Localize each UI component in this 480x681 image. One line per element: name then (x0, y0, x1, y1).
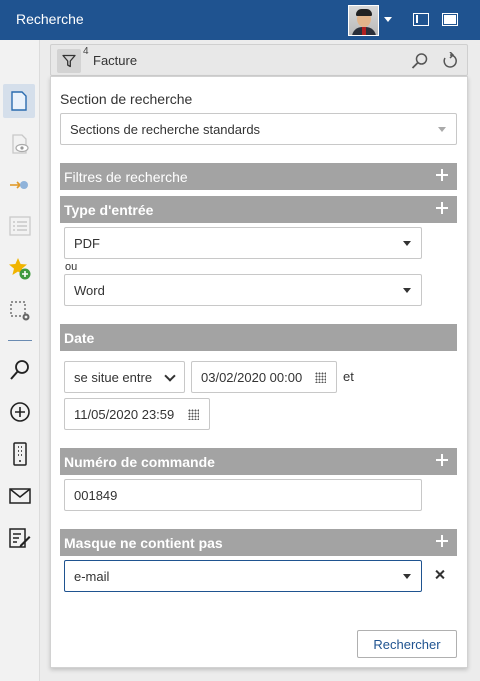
filter-icon[interactable] (57, 49, 81, 73)
app-title: Recherche (16, 11, 84, 27)
chevron-down-icon (438, 127, 446, 132)
mobile-icon[interactable] (0, 436, 40, 472)
search-button[interactable]: Rechercher (357, 630, 457, 658)
selection-settings-icon[interactable] (0, 293, 40, 329)
chevron-down-icon (403, 574, 411, 579)
add-type-icon[interactable] (436, 202, 448, 214)
edit-list-icon[interactable] (0, 520, 40, 556)
sidebar (0, 40, 40, 681)
add-filter-icon[interactable] (436, 169, 448, 181)
add-circle-icon[interactable] (0, 394, 40, 430)
mask-header[interactable]: Masque ne contient pas (60, 529, 457, 556)
type-select-2[interactable]: Word (64, 274, 422, 306)
type-select-1-value: PDF (74, 235, 100, 251)
filters-header[interactable]: Filtres de recherche (60, 163, 457, 190)
date-from-value: 03/02/2020 00:00 (201, 369, 303, 385)
add-mask-icon[interactable] (436, 535, 448, 547)
close-icon[interactable] (433, 568, 447, 582)
user-menu-chevron-down-icon[interactable] (384, 17, 392, 22)
filter-count-badge: 4 (83, 46, 89, 57)
star-add-icon[interactable] (0, 251, 40, 287)
chevron-down-icon (403, 288, 411, 293)
search-query[interactable]: Facture (93, 53, 137, 68)
section-select[interactable]: Sections de recherche standards (60, 113, 457, 145)
title-bar: Recherche (0, 0, 480, 40)
reset-icon[interactable] (440, 51, 460, 71)
and-label: et (343, 369, 354, 384)
search-bar: 4 Facture (50, 44, 468, 76)
mask-select[interactable]: e-mail (64, 560, 422, 592)
calendar-icon[interactable] (188, 409, 199, 420)
date-header-label: Date (64, 329, 95, 346)
user-avatar[interactable] (348, 5, 379, 36)
section-select-value: Sections de recherche standards (70, 121, 261, 137)
mask-header-label: Masque ne contient pas (64, 534, 223, 551)
document-icon[interactable] (3, 84, 35, 118)
date-header: Date (60, 324, 457, 351)
order-header-label: Numéro de commande (64, 453, 215, 470)
date-operator-select[interactable]: se situe entre (64, 361, 185, 393)
mask-select-value: e-mail (74, 568, 110, 584)
date-from-field[interactable]: 03/02/2020 00:00 (191, 361, 337, 393)
order-input-value: 001849 (74, 487, 118, 503)
date-to-field[interactable]: 11/05/2020 23:59 (64, 398, 210, 430)
order-header[interactable]: Numéro de commande (60, 448, 457, 475)
chevron-down-icon (403, 241, 411, 246)
list-icon[interactable] (0, 208, 40, 244)
calendar-icon[interactable] (315, 372, 326, 383)
date-to-value: 11/05/2020 23:59 (74, 406, 175, 422)
sidebar-divider (8, 340, 32, 341)
pin-icon[interactable] (0, 167, 40, 203)
sidebar-layout-icon[interactable] (413, 13, 429, 26)
type-select-2-value: Word (74, 282, 105, 298)
type-header[interactable]: Type d'entrée (60, 196, 457, 223)
date-operator-value: se situe entre (74, 369, 153, 385)
preview-icon[interactable] (0, 126, 40, 162)
add-order-icon[interactable] (436, 454, 448, 466)
mail-icon[interactable] (0, 478, 40, 514)
search-icon[interactable] (0, 352, 40, 388)
type-select-1[interactable]: PDF (64, 227, 422, 259)
order-input[interactable]: 001849 (64, 479, 422, 511)
type-header-label: Type d'entrée (64, 201, 154, 218)
search-icon[interactable] (410, 51, 430, 71)
fullscreen-layout-icon[interactable] (442, 13, 458, 26)
or-label: ou (65, 261, 78, 273)
chevron-down-icon (164, 370, 176, 382)
filters-header-label: Filtres de recherche (64, 168, 188, 185)
section-label: Section de recherche (60, 91, 193, 107)
